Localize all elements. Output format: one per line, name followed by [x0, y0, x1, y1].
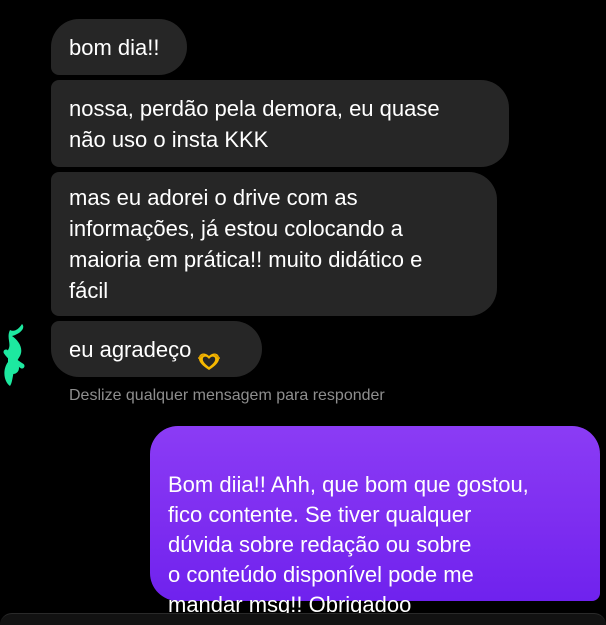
- redacted-avatar-scribble: [3, 324, 25, 386]
- outgoing-message[interactable]: Bom diia!! Ahh, que bom que gostou, fico…: [150, 426, 600, 617]
- swipe-to-reply-hint: Deslize qualquer mensagem para responder: [69, 387, 385, 404]
- message-text: Bom diia!! Ahh, que bom que gostou, fico…: [168, 472, 529, 617]
- message-composer[interactable]: [0, 613, 606, 625]
- message-text: nossa, perdão pela demora, eu quase não …: [69, 95, 440, 152]
- incoming-message-4[interactable]: eu agradeço: [51, 321, 262, 377]
- message-text: bom dia!!: [69, 34, 160, 60]
- incoming-message-2[interactable]: nossa, perdão pela demora, eu quase não …: [51, 80, 509, 167]
- incoming-message-1[interactable]: bom dia!!: [51, 19, 187, 75]
- incoming-message-3[interactable]: mas eu adorei o drive com as informações…: [51, 172, 497, 316]
- message-text: eu agradeço: [69, 336, 192, 362]
- heart-hands-emoji-icon: [197, 318, 221, 380]
- message-text: mas eu adorei o drive com as informações…: [69, 185, 423, 303]
